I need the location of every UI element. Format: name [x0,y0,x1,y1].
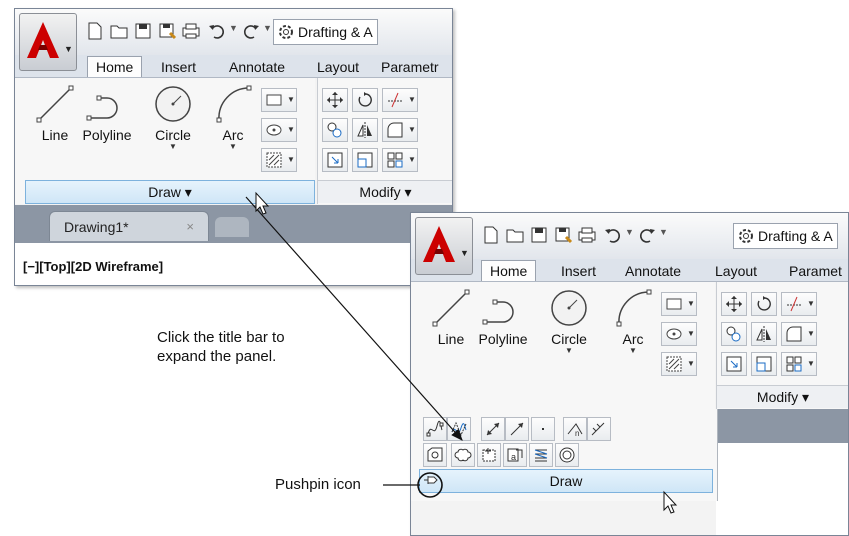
pushpin-highlight-circle [417,472,443,498]
mouse-pointer-icon [663,490,678,514]
application-menu-icon [423,226,455,262]
application-menu-icon [27,22,59,58]
expand-callout-text: Click the title bar to expand the panel. [157,328,285,366]
pushpin-callout-text: Pushpin icon [275,476,361,493]
expand-callout-line1: Click the title bar to [157,329,285,346]
chevron-down-icon: ▼ [64,44,73,54]
application-menu-button[interactable]: ▼ [19,13,77,71]
application-menu-button[interactable]: ▼ [415,217,473,275]
expand-callout-line2: expand the panel. [157,348,277,365]
chevron-down-icon: ▼ [460,248,469,258]
